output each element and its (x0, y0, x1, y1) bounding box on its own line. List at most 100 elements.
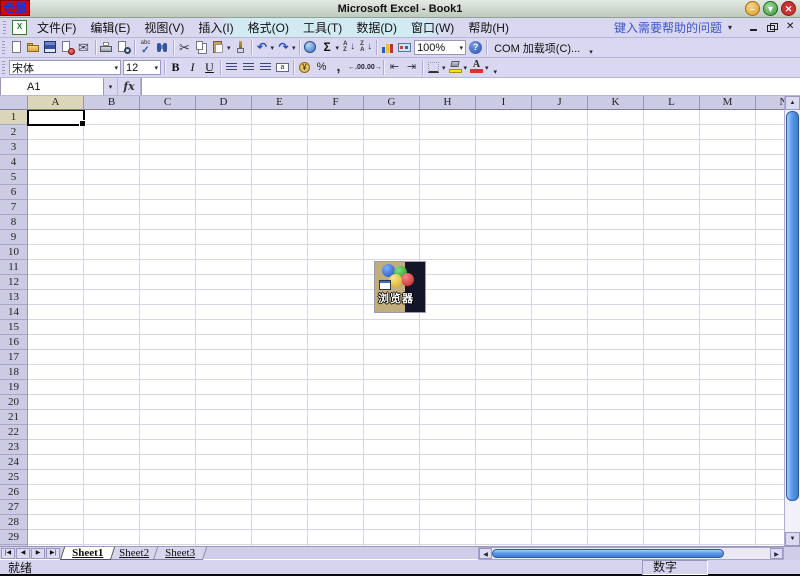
menu-view[interactable]: 视图(V) (137, 18, 191, 37)
menu-file[interactable]: 文件(F) (30, 18, 83, 37)
select-all-corner[interactable] (0, 96, 28, 110)
toolbar-options-button[interactable] (587, 39, 597, 56)
row-header-2[interactable]: 2 (0, 125, 28, 140)
font-color-dropdown-icon[interactable] (485, 64, 489, 72)
minimize-button[interactable]: – (745, 1, 760, 16)
maximize-button[interactable]: ▼ (763, 1, 778, 16)
print-preview-button[interactable] (115, 39, 132, 56)
toolbar-options-button[interactable] (492, 59, 502, 76)
save-button[interactable] (42, 39, 59, 56)
decrease-decimal-button[interactable] (364, 59, 381, 76)
row-header-28[interactable]: 28 (0, 515, 28, 530)
row-header-16[interactable]: 16 (0, 335, 28, 350)
undo-dropdown-icon[interactable] (271, 44, 275, 52)
fill-handle[interactable] (79, 120, 86, 127)
toolbar-grip[interactable] (2, 41, 5, 55)
paste-dropdown-icon[interactable] (227, 44, 231, 52)
column-header-e[interactable]: E (252, 96, 308, 110)
drawing-button[interactable] (396, 39, 413, 56)
row-header-22[interactable]: 22 (0, 425, 28, 440)
row-header-5[interactable]: 5 (0, 170, 28, 185)
research-button[interactable] (154, 39, 171, 56)
undo-button[interactable] (254, 39, 276, 56)
row-header-23[interactable]: 23 (0, 440, 28, 455)
column-header-k[interactable]: K (588, 96, 644, 110)
column-header-j[interactable]: J (532, 96, 588, 110)
zoom-dropdown-icon[interactable] (460, 44, 464, 52)
workbook-close-button[interactable] (784, 22, 796, 33)
row-header-15[interactable]: 15 (0, 320, 28, 335)
vertical-scroll-thumb[interactable] (786, 111, 799, 501)
menu-format[interactable]: 格式(O) (241, 18, 296, 37)
copy-button[interactable] (193, 39, 210, 56)
column-header-f[interactable]: F (308, 96, 364, 110)
insert-function-button[interactable]: fx (118, 78, 141, 95)
menu-edit[interactable]: 编辑(E) (83, 18, 137, 37)
row-header-21[interactable]: 21 (0, 410, 28, 425)
column-header-i[interactable]: I (476, 96, 532, 110)
first-sheet-button[interactable]: |◀ (1, 548, 15, 559)
prev-sheet-button[interactable]: ◀ (16, 548, 30, 559)
column-header-c[interactable]: C (140, 96, 196, 110)
formula-input[interactable] (141, 78, 800, 95)
row-header-17[interactable]: 17 (0, 350, 28, 365)
permission-button[interactable] (59, 39, 76, 56)
menu-insert[interactable]: 插入(I) (191, 18, 240, 37)
selected-cell-a1[interactable] (27, 110, 85, 126)
row-header-8[interactable]: 8 (0, 215, 28, 230)
borders-button[interactable] (425, 59, 447, 76)
workbook-minimize-button[interactable] (748, 22, 760, 33)
scroll-right-button[interactable]: ▶ (770, 548, 783, 559)
bold-button[interactable]: B (167, 59, 184, 76)
increase-decimal-button[interactable] (347, 59, 364, 76)
underline-button[interactable]: U (201, 59, 218, 76)
align-left-button[interactable] (223, 59, 240, 76)
help-box-dropdown-icon[interactable]: ▾ (728, 23, 732, 32)
menu-tools[interactable]: 工具(T) (296, 18, 349, 37)
row-header-10[interactable]: 10 (0, 245, 28, 260)
new-file-button[interactable] (8, 39, 25, 56)
workbook-restore-button[interactable] (766, 22, 778, 33)
row-header-14[interactable]: 14 (0, 305, 28, 320)
workbook-icon[interactable]: X (12, 20, 27, 35)
column-header-m[interactable]: M (700, 96, 756, 110)
vertical-scrollbar[interactable]: ▲ ▼ (784, 96, 800, 546)
column-header-a[interactable]: A (28, 96, 84, 110)
row-header-13[interactable]: 13 (0, 290, 28, 305)
row-header-29[interactable]: 29 (0, 530, 28, 545)
row-header-11[interactable]: 11 (0, 260, 28, 275)
chart-wizard-button[interactable] (379, 39, 396, 56)
sort-descending-button[interactable] (357, 39, 374, 56)
column-header-g[interactable]: G (364, 96, 420, 110)
merge-center-button[interactable] (274, 59, 291, 76)
sort-ascending-button[interactable] (340, 39, 357, 56)
align-right-button[interactable] (257, 59, 274, 76)
row-header-26[interactable]: 26 (0, 485, 28, 500)
hyperlink-button[interactable] (302, 39, 319, 56)
font-name-combobox[interactable]: 宋体 (9, 60, 121, 75)
redo-button[interactable] (275, 39, 297, 56)
menu-data[interactable]: 数据(D) (349, 18, 404, 37)
scroll-up-button[interactable]: ▲ (785, 96, 800, 110)
row-header-20[interactable]: 20 (0, 395, 28, 410)
percent-button[interactable] (313, 59, 330, 76)
last-sheet-button[interactable]: ▶| (46, 548, 60, 559)
fill-color-dropdown-icon[interactable] (464, 64, 468, 72)
horizontal-scroll-thumb[interactable] (492, 549, 724, 558)
com-addins-button[interactable]: COM 加载项(C)... (489, 39, 585, 56)
borders-dropdown-icon[interactable] (442, 64, 446, 72)
row-header-19[interactable]: 19 (0, 380, 28, 395)
scroll-down-button[interactable]: ▼ (785, 532, 800, 546)
italic-button[interactable]: I (184, 59, 201, 76)
open-button[interactable] (25, 39, 42, 56)
email-button[interactable] (76, 39, 93, 56)
column-header-h[interactable]: H (420, 96, 476, 110)
toolbar-grip[interactable] (2, 61, 5, 75)
font-size-combobox[interactable]: 12 (123, 60, 161, 75)
decrease-indent-button[interactable] (386, 59, 403, 76)
autosum-dropdown-icon[interactable] (336, 44, 340, 52)
sheet-tab-sheet1[interactable]: Sheet1 (60, 547, 115, 560)
align-center-button[interactable] (240, 59, 257, 76)
name-box[interactable]: A1 (0, 78, 104, 95)
close-button[interactable]: ✕ (781, 1, 796, 16)
